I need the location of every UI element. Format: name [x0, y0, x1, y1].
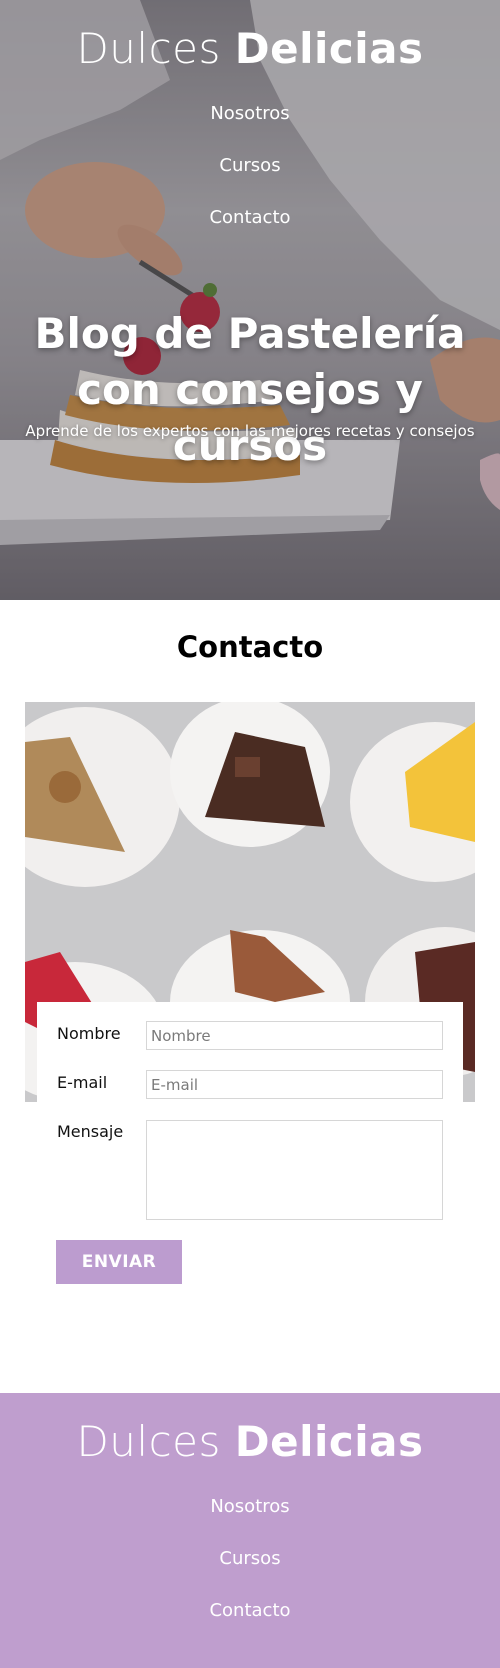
logo-text-bold: Delicias: [234, 24, 424, 73]
footer-nav: Nosotros Cursos Contacto: [0, 1481, 500, 1637]
nav-link-contacto[interactable]: Contacto: [0, 192, 500, 244]
footer-link-contacto[interactable]: Contacto: [0, 1585, 500, 1637]
contact-form: Nombre E-mail Mensaje ENVIAR: [37, 1002, 463, 1287]
name-input[interactable]: [146, 1021, 443, 1050]
nav-link-nosotros[interactable]: Nosotros: [0, 88, 500, 140]
hero-subtitle: Aprende de los expertos con las mejores …: [25, 422, 475, 440]
main-nav: Nosotros Cursos Contacto: [0, 88, 500, 244]
nav-link-cursos[interactable]: Cursos: [0, 140, 500, 192]
email-label: E-mail: [57, 1073, 108, 1092]
send-button[interactable]: ENVIAR: [56, 1240, 182, 1284]
footer-logo-text-bold: Delicias: [234, 1417, 424, 1466]
footer-link-cursos[interactable]: Cursos: [0, 1533, 500, 1585]
site-logo[interactable]: Dulces Delicias: [0, 24, 500, 73]
email-input[interactable]: [146, 1070, 443, 1099]
contact-heading: Contacto: [176, 630, 324, 664]
hero-title: Blog de Pastelería con consejos y cursos: [34, 309, 466, 470]
footer-link-nosotros[interactable]: Nosotros: [0, 1481, 500, 1533]
footer-logo[interactable]: Dulces Delicias: [0, 1417, 500, 1466]
footer-logo-text-light: Dulces: [76, 1417, 235, 1466]
site-footer: Dulces Delicias Nosotros Cursos Contacto: [0, 1393, 500, 1668]
message-label: Mensaje: [57, 1122, 124, 1141]
hero-header: Dulces Delicias Nosotros Cursos Contacto…: [0, 0, 500, 600]
message-textarea[interactable]: [146, 1120, 443, 1220]
name-label: Nombre: [57, 1024, 121, 1043]
logo-text-light: Dulces: [76, 24, 235, 73]
